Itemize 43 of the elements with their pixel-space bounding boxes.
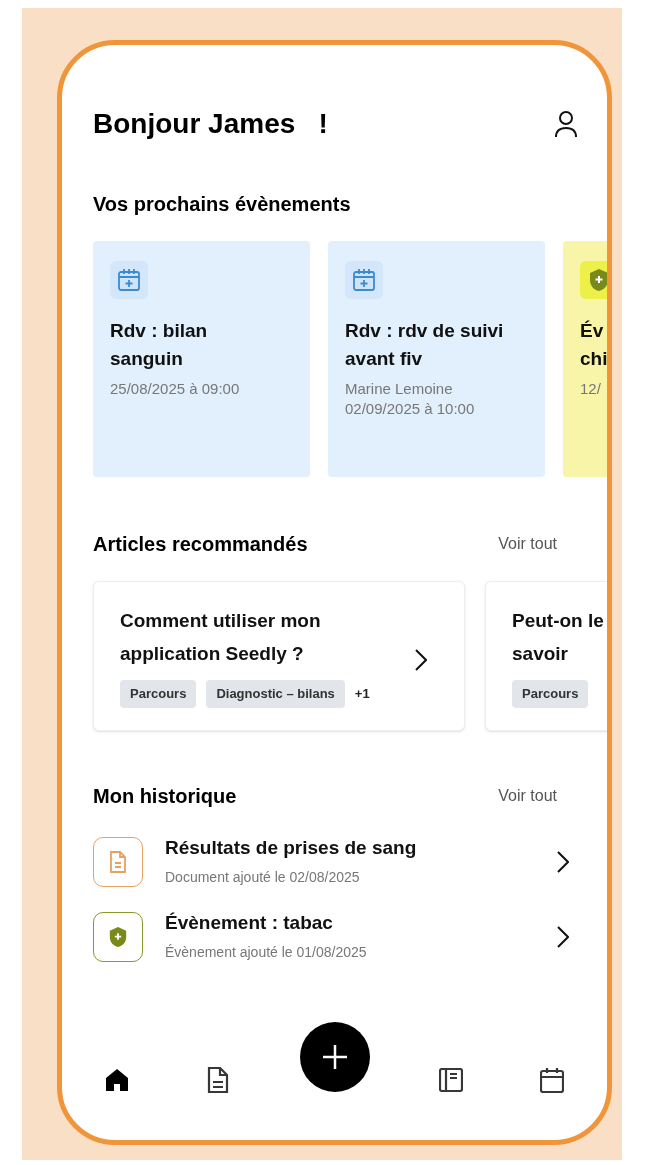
- more-count: +1: [354, 685, 370, 703]
- history-item[interactable]: Résultats de prises de sang Document ajouté le 02/08/2025: [93, 835, 569, 888]
- document-icon: [109, 850, 127, 873]
- history-subtitle: Évènement ajouté le 01/08/2025: [165, 943, 368, 962]
- history-subtitle: Document ajouté le 02/08/2025: [165, 868, 361, 887]
- chevron-right-icon: [557, 850, 569, 873]
- tag: Diagnostic – bilans: [206, 680, 345, 708]
- event-card[interactable]: Rdv : rdv de suivi avant fiv Marine Lemoine 02/09/2025 à 10:00: [328, 241, 545, 477]
- shield-icon: [588, 268, 607, 292]
- article-card[interactable]: Comment utiliser mon application Seedly ? Parcours Diagnostic – bilans +1: [93, 581, 465, 731]
- document-icon: [207, 1067, 230, 1093]
- section-title: Vos prochains évènements: [92, 192, 352, 217]
- article-card[interactable]: Peut-on le savoir Parcours: [485, 581, 607, 731]
- history-title: Évènement : tabac: [165, 911, 334, 935]
- see-all-link[interactable]: Voir tout: [498, 784, 557, 808]
- calendar-plus-icon: [116, 267, 142, 293]
- calendar-plus-icon: [351, 267, 377, 293]
- event-card[interactable]: Rdv : bilan sanguin 25/08/2025 à 09:00: [93, 241, 310, 477]
- event-title: Év chi: [580, 319, 607, 371]
- shield-icon: [108, 925, 128, 948]
- calendar-icon: [540, 1067, 564, 1093]
- article-title: Comment utiliser mon application Seedly ?: [120, 609, 322, 666]
- history-title: Résultats de prises de sang: [165, 836, 418, 860]
- history-item[interactable]: Évènement : tabac Évènement ajouté le 01/08/2025: [93, 910, 569, 963]
- plus-icon: [321, 1044, 348, 1070]
- chevron-right-icon: [415, 649, 427, 671]
- section-title: Articles recommandés: [93, 532, 308, 557]
- greeting-title: Bonjour James !: [93, 107, 328, 141]
- notebook-icon: [438, 1068, 463, 1092]
- home-icon: [104, 1067, 130, 1093]
- event-details: 25/08/2025 à 09:00: [110, 379, 241, 399]
- tag: Parcours: [120, 680, 197, 708]
- see-all-link[interactable]: Voir tout: [498, 532, 557, 556]
- profile-icon[interactable]: [555, 110, 577, 138]
- chevron-right-icon: [557, 925, 569, 948]
- event-details: 12/: [580, 379, 602, 399]
- section-title: Mon historique: [93, 784, 237, 809]
- article-title: Peut-on le savoir: [512, 609, 605, 666]
- event-title: Rdv : rdv de suivi avant fiv: [345, 319, 505, 371]
- event-title: Rdv : bilan sanguin: [110, 319, 209, 371]
- event-card[interactable]: Év chi 12/: [563, 241, 607, 477]
- event-details: Marine Lemoine 02/09/2025 à 10:00: [345, 379, 476, 419]
- tag: Parcours: [512, 680, 589, 708]
